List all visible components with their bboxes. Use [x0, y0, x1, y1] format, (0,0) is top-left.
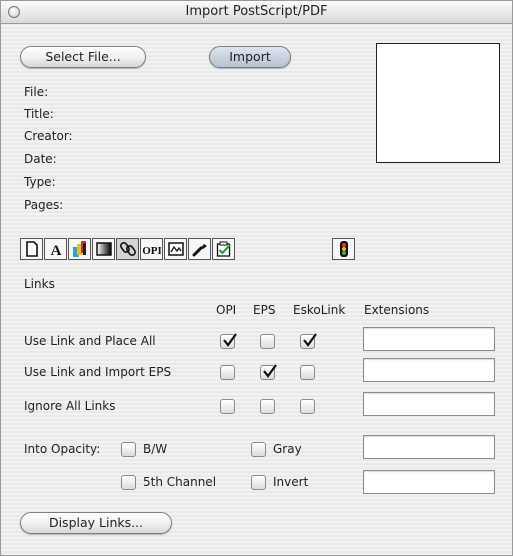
opi-checkbox-ignore[interactable] [220, 399, 235, 414]
type-label: Type: [24, 175, 56, 189]
import-postscript-pdf-window: Import PostScript/PDF Select File... Imp… [0, 0, 513, 556]
svg-text:A: A [50, 243, 61, 257]
opacity-field-2[interactable] [363, 470, 495, 494]
opi-checkbox-import-eps[interactable] [220, 365, 235, 380]
preview-box [376, 43, 500, 163]
eskolink-column-header: EskoLink [293, 303, 346, 317]
extensions-field-ignore[interactable] [363, 392, 495, 416]
links-section-label: Links [24, 277, 55, 291]
eskolink-checkbox-import-eps[interactable] [300, 365, 315, 380]
color-separation-icon[interactable] [68, 238, 91, 260]
invert-checkbox[interactable] [251, 475, 266, 490]
fifth-channel-label: 5th Channel [143, 475, 217, 489]
row-label-use-link-import-eps: Use Link and Import EPS [24, 365, 172, 379]
svg-text:OPI: OPI [143, 245, 161, 256]
opacity-field-1[interactable] [363, 435, 495, 459]
fifth-channel-checkbox[interactable] [121, 475, 136, 490]
pages-label: Pages: [24, 198, 64, 212]
bw-label: B/W [143, 442, 168, 456]
bw-checkbox[interactable] [121, 442, 136, 457]
title-bar[interactable]: Import PostScript/PDF [1, 1, 512, 24]
display-links-button[interactable]: Display Links... [20, 512, 172, 534]
traffic-light-icon[interactable] [332, 238, 355, 260]
eps-checkbox-ignore[interactable] [260, 399, 275, 414]
image-icon[interactable] [164, 238, 187, 260]
import-button[interactable]: Import [209, 46, 291, 68]
checklist-icon[interactable] [212, 238, 235, 260]
into-opacity-label: Into Opacity: [24, 442, 101, 456]
extensions-field-import-eps[interactable] [363, 358, 495, 382]
row-label-use-link-place-all: Use Link and Place All [24, 334, 156, 348]
extensions-field-place-all[interactable] [363, 327, 495, 351]
font-icon[interactable]: A [44, 238, 67, 260]
eskolink-checkbox-place-all[interactable] [300, 333, 317, 349]
opi-column-header: OPI [216, 303, 237, 317]
invert-label: Invert [273, 475, 309, 489]
gray-checkbox[interactable] [251, 442, 266, 457]
eps-column-header: EPS [253, 303, 276, 317]
select-file-button[interactable]: Select File... [20, 46, 146, 68]
links-icon[interactable] [116, 238, 139, 260]
date-label: Date: [24, 152, 57, 166]
title-label: Title: [24, 107, 54, 121]
gradient-icon[interactable] [92, 238, 115, 260]
page-icon[interactable] [20, 238, 43, 260]
eskolink-checkbox-ignore[interactable] [300, 399, 315, 414]
opi-icon[interactable]: OPI [140, 238, 163, 260]
creator-label: Creator: [24, 129, 73, 143]
file-label: File: [24, 85, 49, 99]
eps-checkbox-import-eps[interactable] [260, 364, 277, 380]
gray-label: Gray [273, 442, 302, 456]
eps-checkbox-place-all[interactable] [260, 334, 275, 349]
window-title: Import PostScript/PDF [185, 4, 328, 19]
row-label-ignore-all-links: Ignore All Links [24, 399, 116, 413]
wrench-icon[interactable] [188, 238, 211, 260]
opi-checkbox-place-all[interactable] [220, 333, 237, 349]
extensions-column-header: Extensions [364, 303, 430, 317]
